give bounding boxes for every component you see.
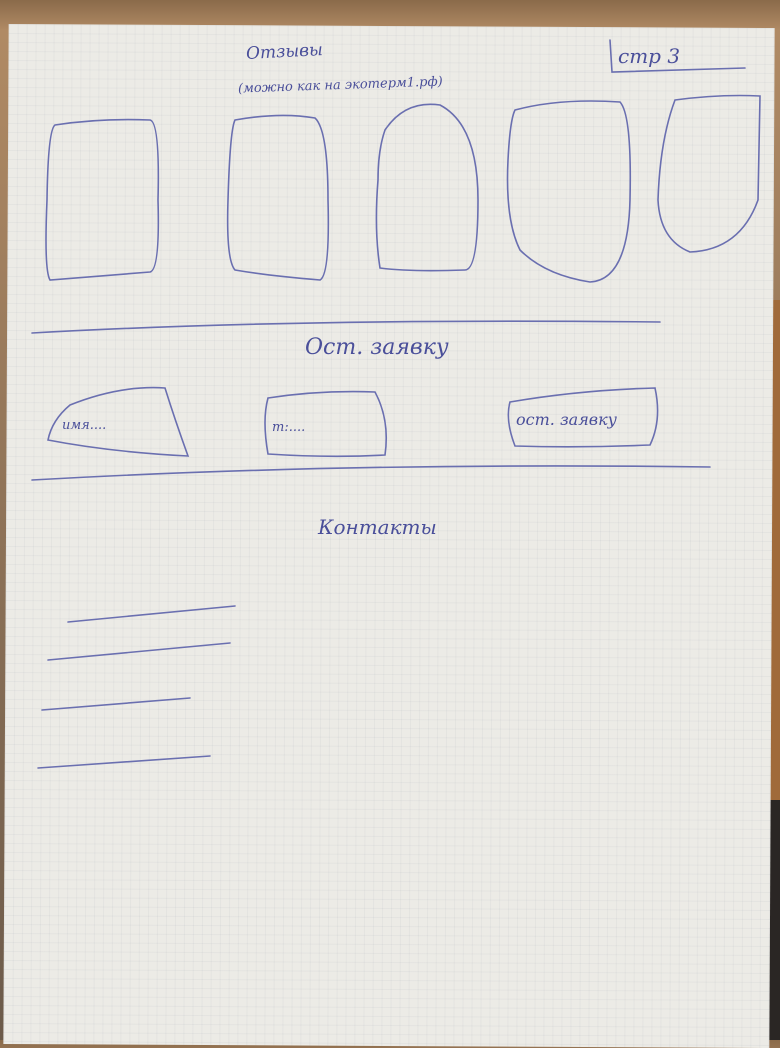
request-title: Ост. заявку bbox=[305, 335, 449, 360]
name-input[interactable]: имя.... bbox=[62, 418, 106, 433]
divider-2 bbox=[31, 465, 711, 481]
contact-line-3 bbox=[41, 697, 191, 711]
review-card-5 bbox=[657, 94, 761, 253]
phone-input[interactable]: т:.... bbox=[272, 420, 305, 435]
contact-line-4 bbox=[37, 755, 211, 769]
divider-1 bbox=[31, 320, 661, 334]
page-label: стр 3 bbox=[618, 44, 681, 68]
review-card-1 bbox=[45, 118, 160, 281]
reviews-title: Отзывы bbox=[245, 40, 324, 64]
review-card-4 bbox=[506, 100, 632, 283]
contact-line-1 bbox=[67, 605, 236, 623]
contacts-title: Контакты bbox=[318, 515, 437, 539]
review-card-2 bbox=[226, 114, 330, 281]
contact-line-2 bbox=[47, 642, 231, 661]
review-card-3 bbox=[375, 103, 479, 272]
submit-request-button[interactable]: ост. заявку bbox=[516, 410, 617, 429]
